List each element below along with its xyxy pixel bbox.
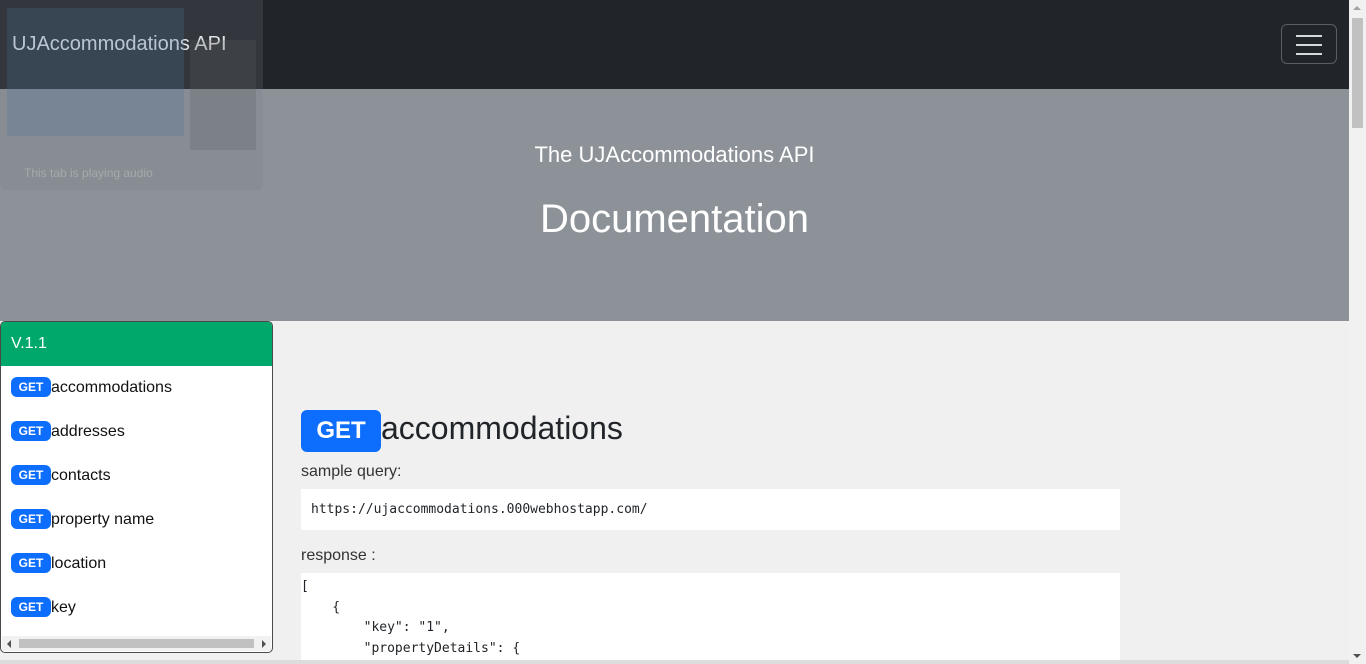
navbar-toggler-button[interactable]: [1281, 24, 1337, 64]
get-method-badge-large: GET: [301, 410, 381, 452]
get-method-badge: GET: [11, 552, 51, 573]
get-method-badge: GET: [11, 420, 51, 441]
page-bottom-edge: [0, 660, 1349, 664]
response-code: [ { "key": "1", "propertyDetails": {: [301, 579, 521, 656]
endpoint-name: accommodations: [381, 409, 623, 446]
sidebar-item-label: key: [51, 599, 76, 616]
get-method-badge: GET: [11, 596, 51, 617]
version-header: V.1.1: [1, 322, 272, 366]
endpoint-sidebar: V.1.1 GET accommodations GET addresses GET…: [0, 321, 273, 653]
sidebar-item-label: property name: [51, 511, 155, 528]
page-vertical-scrollbar[interactable]: [1349, 0, 1366, 664]
response-code-block: [ { "key": "1", "propertyDetails": {: [301, 573, 1120, 664]
hero-title: Documentation: [539, 197, 810, 241]
get-method-badge: GET: [11, 376, 51, 397]
sidebar-item-location[interactable]: GET location: [11, 552, 106, 576]
sample-query-code: https://ujaccommodations.000webhostapp.c…: [301, 489, 1120, 530]
sidebar-item-accommodations[interactable]: GET accommodations: [11, 376, 172, 400]
get-method-badge: GET: [11, 508, 51, 529]
sidebar-item-addresses[interactable]: GET addresses: [11, 420, 125, 444]
sidebar-item-property-name[interactable]: GET property name: [11, 508, 154, 532]
tab-preview-overlay: This tab is playing audio: [0, 0, 263, 190]
hamburger-menu-icon-bar: [1296, 53, 1322, 55]
scroll-down-arrow-icon[interactable]: [1353, 654, 1361, 658]
sidebar-item-contacts[interactable]: GET contacts: [11, 464, 111, 488]
tab-preview-thumbnail: [7, 8, 184, 136]
sidebar-horizontal-scrollbar[interactable]: [2, 636, 271, 651]
scroll-up-arrow-icon[interactable]: [1353, 6, 1361, 10]
sidebar-item-label: accommodations: [51, 379, 172, 396]
get-method-badge: GET: [11, 464, 51, 485]
sidebar-item-key[interactable]: GET key: [11, 596, 76, 620]
response-label: response :: [301, 547, 376, 564]
sidebar-item-label: addresses: [51, 423, 125, 440]
hamburger-menu-icon-bar: [1296, 44, 1322, 46]
scroll-left-arrow-icon[interactable]: [7, 640, 11, 648]
sidebar-item-label: location: [51, 555, 107, 572]
scroll-right-arrow-icon[interactable]: [262, 640, 266, 648]
sidebar-item-label: contacts: [51, 467, 111, 484]
tab-audio-text: This tab is playing audio: [24, 166, 153, 180]
hamburger-menu-icon: [1296, 35, 1322, 37]
scrollbar-thumb[interactable]: [19, 639, 254, 648]
sample-query-label: sample query:: [301, 463, 402, 480]
endpoint-heading: GET accommodations: [301, 410, 623, 454]
scrollbar-thumb[interactable]: [1352, 18, 1363, 128]
tab-preview-sidebar-thumbnail: [190, 40, 256, 150]
